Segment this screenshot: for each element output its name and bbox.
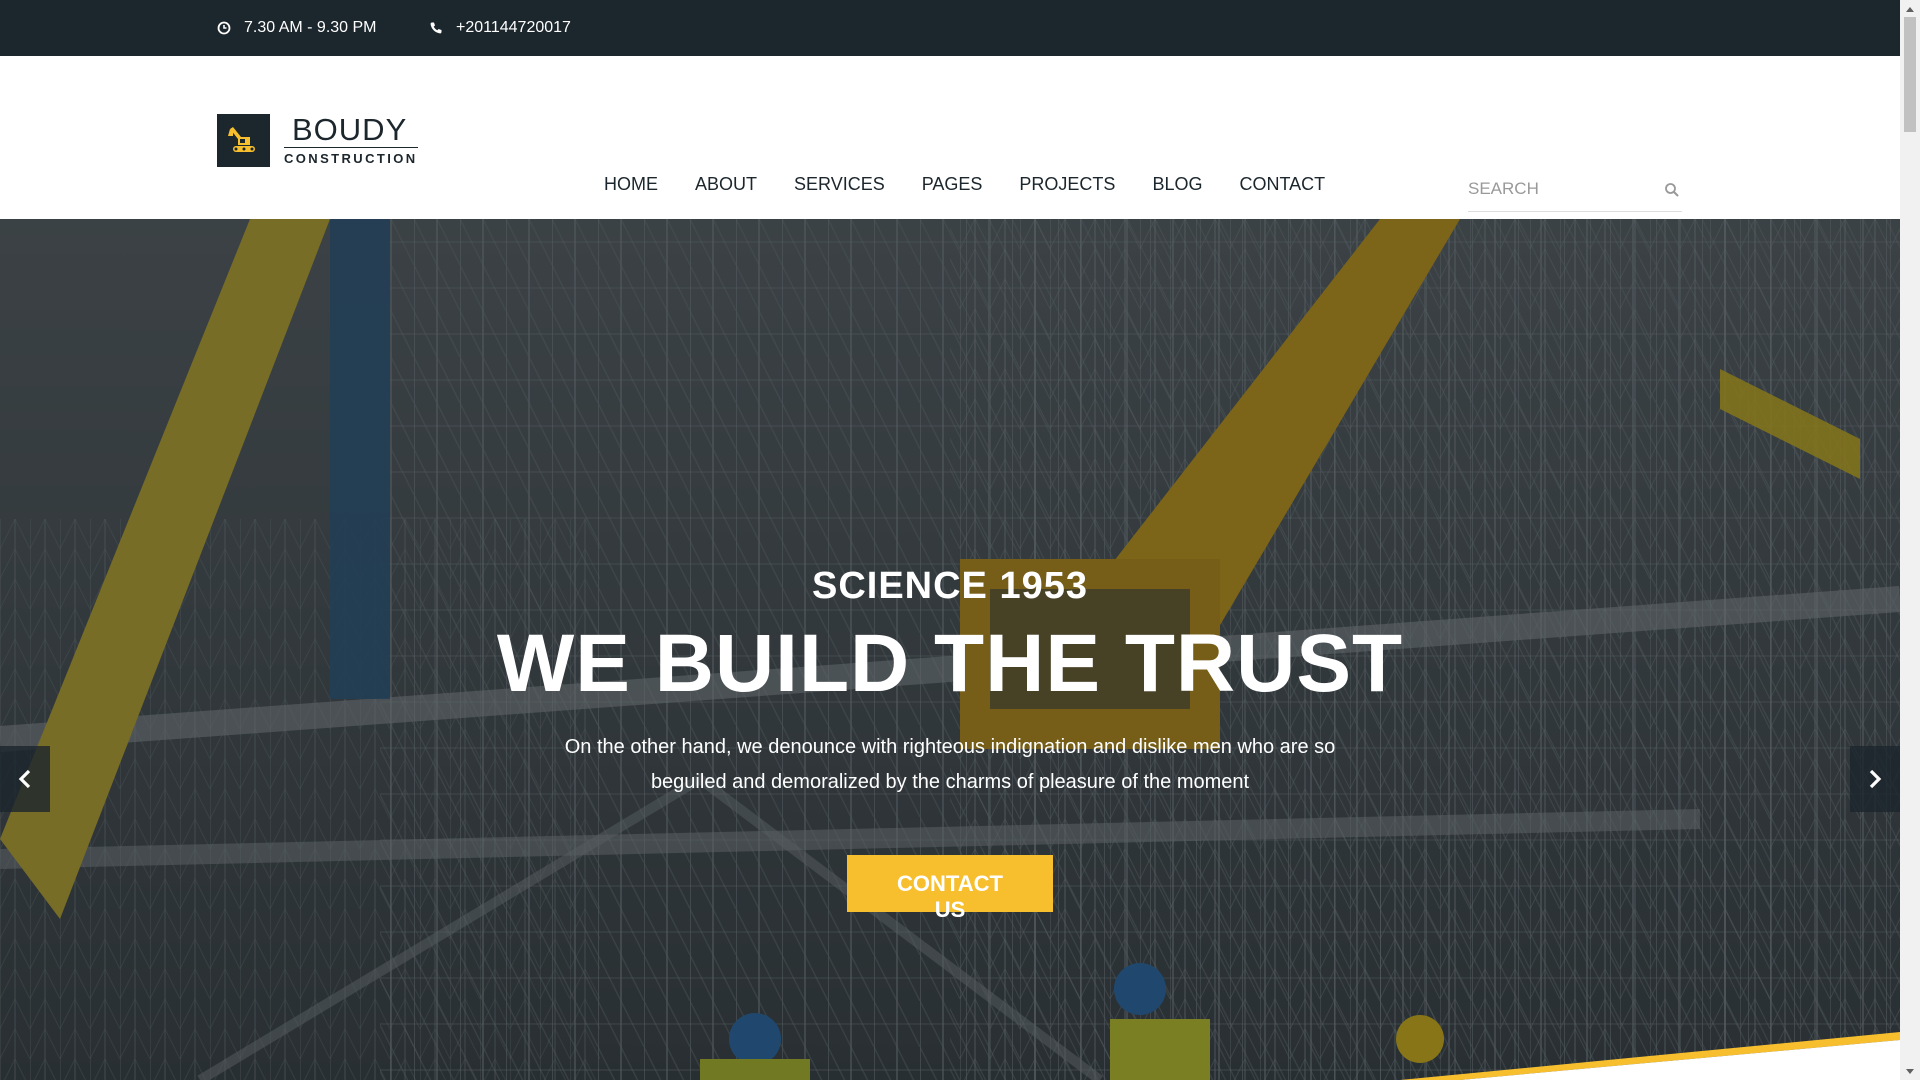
opening-hours-text: 7.30 AM - 9.30 PM [244, 19, 377, 36]
nav-item-pages[interactable]: PAGES [922, 174, 983, 195]
search-icon[interactable] [1664, 182, 1680, 198]
chevron-right-icon [1869, 769, 1882, 789]
contact-us-button[interactable]: CONTACT US [847, 855, 1053, 922]
hero-description-line-2: beguiled and demoralized by the charms o… [650, 771, 1250, 793]
nav-item-blog[interactable]: BLOG [1152, 174, 1202, 195]
phone-number-text: +201144720017 [456, 19, 571, 36]
hero-description: On the other hand, we denounce with righ… [520, 730, 1380, 800]
nav-item-about[interactable]: ABOUT [695, 174, 757, 195]
top-info-bar: 7.30 AM - 9.30 PM +201144720017 [0, 0, 1900, 56]
hero-slider: SCIENCE 1953 WE BUILD THE TRUST On the o… [0, 219, 1900, 1080]
clock-icon [216, 20, 232, 36]
page-scrollbar[interactable] [1900, 0, 1920, 1080]
nav-item-home[interactable]: HOME [604, 174, 658, 195]
hero-accent-stripe [1400, 1032, 1900, 1080]
site-logo[interactable]: BOUDY CONSTRUCTION [217, 112, 418, 168]
page: 7.30 AM - 9.30 PM +201144720017 BOUDY CO… [0, 0, 1900, 1080]
search-box [1468, 176, 1682, 212]
site-header: BOUDY CONSTRUCTION HOME ABOUT SERVICES P… [0, 56, 1900, 219]
hero-description-line-1: On the other hand, we denounce with righ… [564, 736, 1336, 758]
opening-hours: 7.30 AM - 9.30 PM [216, 0, 377, 56]
hero-headline: WE BUILD THE TRUST [496, 618, 1404, 709]
nav-item-services[interactable]: SERVICES [794, 174, 885, 195]
chevron-left-icon [18, 769, 31, 789]
nav-item-projects[interactable]: PROJECTS [1019, 174, 1115, 195]
slider-prev-button[interactable] [0, 746, 50, 812]
phone-icon [428, 20, 444, 36]
search-input[interactable] [1468, 176, 1648, 202]
hero-eyebrow: SCIENCE 1953 [811, 565, 1088, 607]
scrollbar-thumb[interactable] [1904, 17, 1916, 132]
logo-brand: BOUDY [292, 111, 408, 147]
scroll-up-icon[interactable] [1900, 0, 1920, 17]
logo-subtitle: CONSTRUCTION [284, 146, 418, 166]
excavator-icon [217, 113, 270, 167]
nav-item-contact[interactable]: CONTACT [1239, 174, 1325, 195]
slider-next-button[interactable] [1850, 746, 1900, 812]
hero-content: SCIENCE 1953 WE BUILD THE TRUST On the o… [0, 564, 1900, 922]
scroll-down-icon[interactable] [1900, 1063, 1920, 1080]
main-nav: HOME ABOUT SERVICES PAGES PROJECTS BLOG … [604, 174, 1362, 195]
phone-number[interactable]: +201144720017 [428, 0, 571, 56]
